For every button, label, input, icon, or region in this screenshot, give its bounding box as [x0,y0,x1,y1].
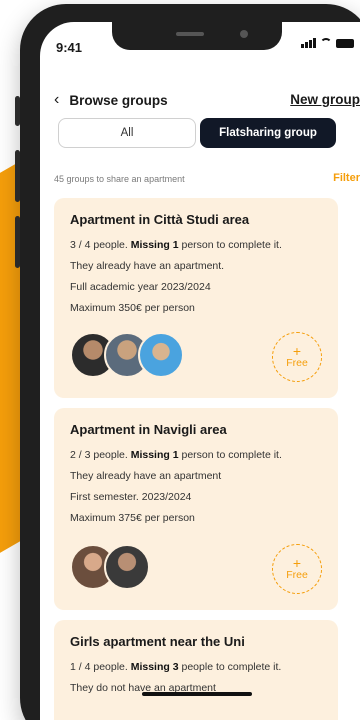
missing-suffix: person to complete it. [181,449,282,461]
group-card[interactable]: Apartment in Città Studi area 3 / 4 peop… [54,198,338,398]
volume-up-button [15,150,20,202]
group-budget: Maximum 350€ per person [70,302,195,314]
join-free-button[interactable]: + Free [272,332,322,382]
volume-down-button [15,216,20,268]
plus-icon: + [292,555,302,571]
status-icons [301,38,354,48]
missing-count: Missing 1 [130,239,179,251]
notch [112,22,282,50]
missing-count: Missing 3 [130,661,179,673]
tab-all[interactable]: All [58,118,196,148]
avatar[interactable] [104,544,150,590]
group-apartment-status: They already have an apartment. [70,260,225,272]
new-group-link[interactable]: New group [290,92,360,107]
signal-icon [301,38,316,48]
group-duration: Full academic year 2023/2024 [70,281,211,293]
tab-flatsharing[interactable]: Flatsharing group [200,118,336,148]
home-indicator [142,692,252,696]
wifi-icon [320,38,332,48]
group-title: Girls apartment near the Uni [70,634,245,649]
group-filter-tabs: All Flatsharing group [58,118,336,148]
page-title: Browse groups [69,92,168,108]
plus-icon: + [292,343,302,359]
missing-count: Missing 1 [130,449,179,461]
camera [240,30,248,38]
list-meta: 45 groups to share an apartment Filter [54,172,360,186]
free-label: Free [286,357,308,369]
volume-mute-button [15,96,20,126]
people-count: 3 / 4 people. [70,239,128,251]
app-screen: 9:41 ‹ Browse groups New group All Flats… [40,22,360,720]
join-free-button[interactable]: + Free [272,544,322,594]
group-card[interactable]: Apartment in Navigli area 2 / 3 people. … [54,408,338,610]
group-people-line: 2 / 3 people. Missing 1 person to comple… [70,445,322,466]
avatar[interactable] [138,332,184,378]
filter-link[interactable]: Filter [333,172,360,184]
speaker [176,32,204,36]
people-count: 1 / 4 people. [70,661,128,673]
top-nav: ‹ Browse groups New group [54,88,360,112]
group-card[interactable]: Girls apartment near the Uni 1 / 4 peopl… [54,620,338,720]
group-people-line: 1 / 4 people. Missing 3 people to comple… [70,657,322,678]
people-count: 2 / 3 people. [70,449,128,461]
missing-suffix: people to complete it. [181,661,282,673]
group-title: Apartment in Navigli area [70,422,227,437]
member-avatars [70,332,184,378]
groups-count-text: 45 groups to share an apartment [54,174,185,184]
chevron-left-icon[interactable]: ‹ [54,91,59,109]
status-time: 9:41 [56,40,83,55]
free-label: Free [286,569,308,581]
group-budget: Maximum 375€ per person [70,512,195,524]
member-avatars [70,544,150,590]
group-title: Apartment in Città Studi area [70,212,250,227]
group-apartment-status: They already have an apartment [70,470,222,482]
missing-suffix: person to complete it. [181,239,282,251]
group-people-line: 3 / 4 people. Missing 1 person to comple… [70,235,322,256]
group-duration: First semester. 2023/2024 [70,491,192,503]
battery-icon [336,39,354,48]
